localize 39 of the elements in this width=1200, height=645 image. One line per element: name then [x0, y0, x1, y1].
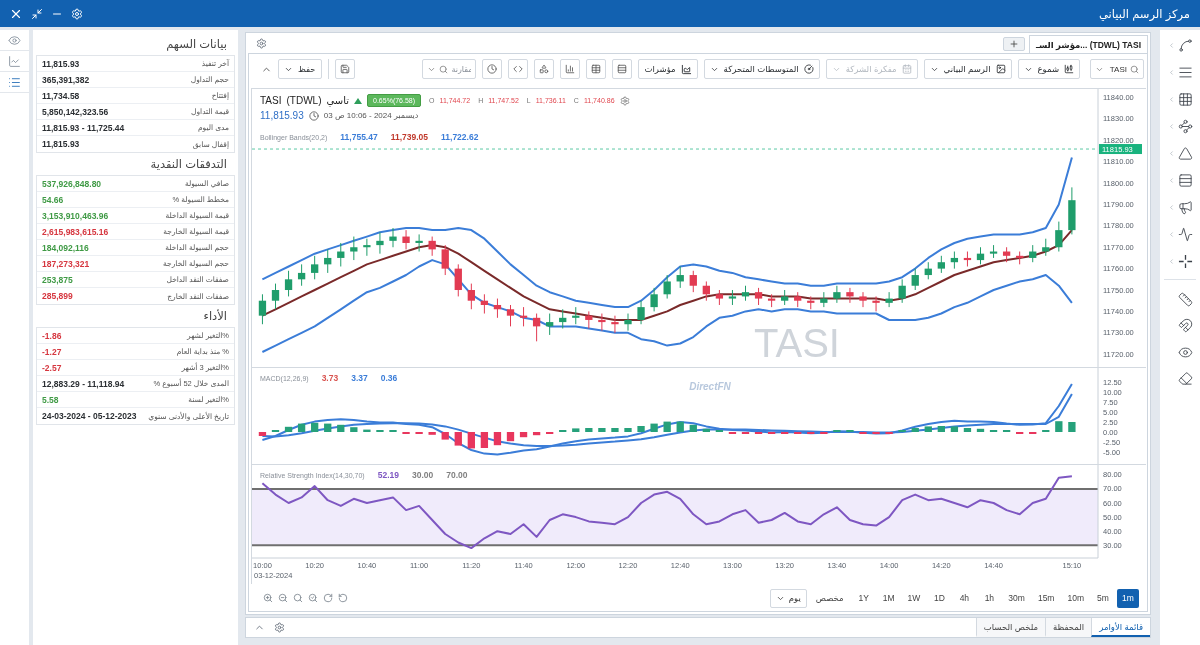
- field-value: 285,899: [42, 291, 73, 301]
- field-value: 184,092,116: [42, 242, 89, 253]
- field-value: 12,883.29 - 11,118.94: [42, 378, 125, 389]
- field-value: -1.27: [42, 346, 62, 357]
- field-value: 11,815.93: [42, 58, 80, 69]
- field-value: 11,815.93 - 11,725.44: [42, 122, 125, 133]
- field-value: 187,273,321: [42, 258, 90, 269]
- indicator-value: 0.36: [380, 373, 398, 383]
- window-title: مركز الرسم البياني: [1099, 6, 1190, 21]
- field-value: 24-03-2024 - 05-12-2023: [42, 411, 137, 421]
- date-time: ديسمبر 2024 - 10:06 ص 03: [323, 111, 419, 120]
- symbol-name: تاسي: [326, 95, 350, 106]
- field-value: 54.66: [42, 194, 64, 205]
- section-title: التدفقات النقدية: [149, 157, 228, 172]
- field-value: 5,850,142,323.56: [42, 106, 109, 117]
- field-value: 5.58: [42, 394, 59, 405]
- indicator-value: 3.73: [321, 373, 339, 383]
- indicator-value: 11,722.62: [441, 132, 479, 142]
- brand-watermark: DirectFN: [689, 381, 731, 392]
- indicator-value: 11,755.47: [340, 132, 378, 142]
- field-value: -1.86: [42, 330, 62, 341]
- indicator-value: 70.00: [446, 470, 468, 480]
- field-value: 11,815.93: [42, 139, 80, 149]
- field-value: -2.57: [42, 362, 62, 373]
- symbol-label: TASI: [260, 95, 282, 106]
- field-value: 2,615,983,615.16: [42, 226, 109, 237]
- last-price: 11,815.93: [260, 110, 304, 121]
- field-value: 11,734.58: [42, 90, 80, 101]
- indicator-value: 52.19: [377, 470, 399, 480]
- section-title: الأداء: [202, 308, 228, 324]
- field-value: 365,391,382: [42, 74, 90, 85]
- indicator-value: 11,739.05: [390, 132, 429, 142]
- field-value: 253,875: [42, 274, 73, 285]
- field-value: 3,153,910,463.96: [42, 210, 109, 221]
- section-title: بيانات السهم: [165, 37, 228, 53]
- indicator-value: 3.37: [351, 373, 368, 383]
- indicator-value: 30.00: [411, 470, 434, 480]
- field-value: 537,926,848.80: [42, 178, 102, 189]
- exchange-label: (TDWL): [286, 95, 322, 106]
